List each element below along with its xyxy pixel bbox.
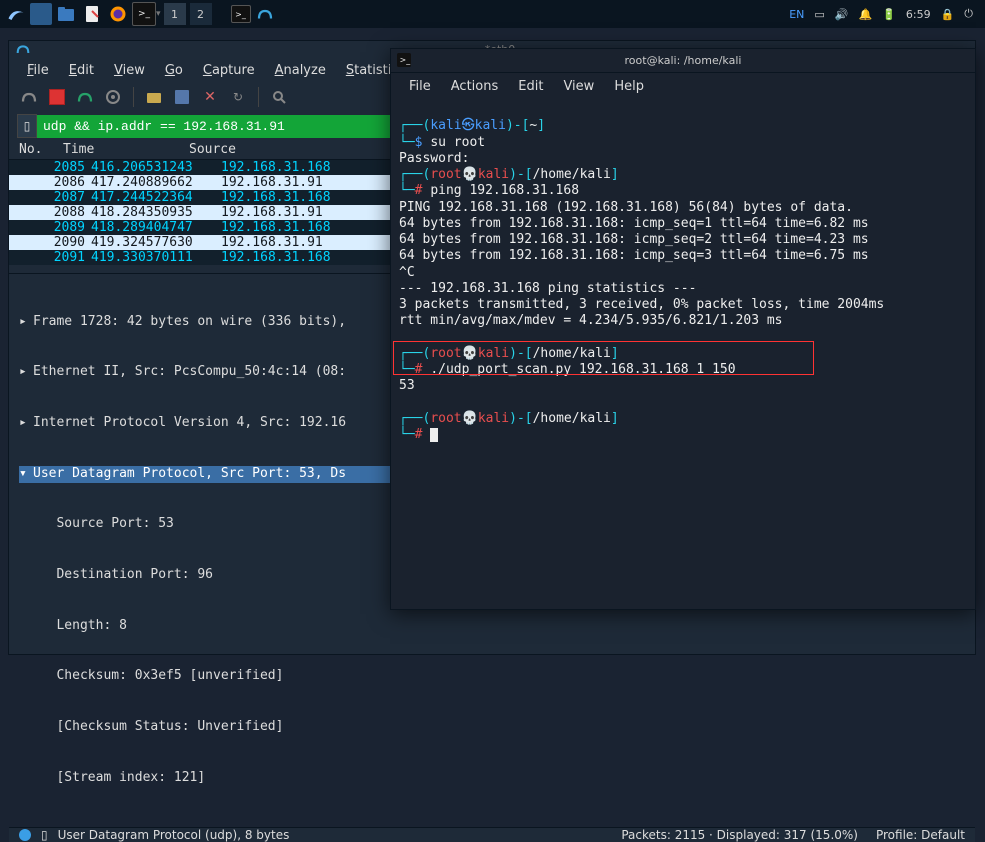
ping-stats-line: rtt min/avg/max/mdev = 4.234/5.935/6.821… <box>399 313 783 328</box>
menu-view[interactable]: View <box>106 61 153 80</box>
workspace-2[interactable]: 2 <box>190 3 212 25</box>
cmd-ping: ping 192.168.31.168 <box>430 183 579 198</box>
taskbar-terminal-window[interactable]: >_ <box>231 5 251 23</box>
app-terminal-icon[interactable]: >_ <box>132 2 156 26</box>
lock-icon[interactable]: 🔒 <box>941 8 955 21</box>
lang-indicator[interactable]: EN <box>789 8 804 21</box>
ctrl-c: ^C <box>399 265 415 280</box>
detail-dst-port[interactable]: Destination Port: 96 <box>33 567 213 584</box>
detail-frame[interactable]: Frame 1728: 42 bytes on wire (336 bits), <box>33 314 346 331</box>
wireshark-logo-icon <box>15 41 31 57</box>
svg-text:>_: >_ <box>400 56 411 65</box>
highlight-box <box>393 341 814 375</box>
save-file-button[interactable] <box>170 85 194 109</box>
wireshark-statusbar: ▯ User Datagram Protocol (udp), 8 bytes … <box>9 827 975 842</box>
app-files-icon[interactable] <box>54 2 78 26</box>
ping-stats-line: 3 packets transmitted, 3 received, 0% pa… <box>399 297 884 312</box>
open-file-button[interactable] <box>142 85 166 109</box>
col-header-no[interactable]: No. <box>13 142 63 157</box>
ping-output-line: 64 bytes from 192.168.31.168: icmp_seq=2… <box>399 232 869 247</box>
volume-icon[interactable]: 🔊 <box>835 8 849 21</box>
taskbar: >_ ▾ 1 2 >_ EN ▭ 🔊 🔔 🔋 6:59 🔒 ⏻ <box>0 0 985 28</box>
menu-capture[interactable]: Capture <box>195 61 263 80</box>
cmd-su-root: su root <box>430 135 485 150</box>
terminal-window: >_ root@kali: /home/kali File Actions Ed… <box>390 48 976 610</box>
statusbar-protocol-text: User Datagram Protocol (udp), 8 bytes <box>58 828 290 842</box>
terminal-cursor <box>430 428 438 442</box>
find-button[interactable] <box>267 85 291 109</box>
ping-output-header: PING 192.168.31.168 (192.168.31.168) 56(… <box>399 200 853 215</box>
terminal-logo-icon: >_ <box>397 53 411 67</box>
menu-edit[interactable]: Edit <box>61 61 102 80</box>
start-capture-button[interactable] <box>17 85 41 109</box>
statusbar-capture-icon[interactable]: ▯ <box>41 828 48 842</box>
term-menu-help[interactable]: Help <box>606 77 652 96</box>
display-icon[interactable]: ▭ <box>814 8 824 21</box>
menu-analyze[interactable]: Analyze <box>267 61 334 80</box>
terminal-titlebar[interactable]: >_ root@kali: /home/kali <box>391 49 975 73</box>
ping-output-line: 64 bytes from 192.168.31.168: icmp_seq=3… <box>399 248 869 263</box>
terminal-menubar: File Actions Edit View Help <box>391 73 975 100</box>
term-menu-view[interactable]: View <box>555 77 602 96</box>
app-editor-icon[interactable] <box>80 2 104 26</box>
close-file-button[interactable]: ✕ <box>198 85 222 109</box>
detail-checksum-status[interactable]: [Checksum Status: Unverified] <box>33 719 283 736</box>
terminal-body[interactable]: ┌──(kali㉿kali)-[~] └─$ su root Password:… <box>391 100 975 609</box>
terminal-title: root@kali: /home/kali <box>625 54 742 67</box>
menu-file[interactable]: File <box>19 61 57 80</box>
battery-icon[interactable]: 🔋 <box>882 8 896 21</box>
detail-ip[interactable]: Internet Protocol Version 4, Src: 192.16 <box>33 415 346 432</box>
ping-stats-header: --- 192.168.31.168 ping statistics --- <box>399 281 696 296</box>
reload-button[interactable]: ↻ <box>226 85 250 109</box>
detail-stream-index[interactable]: [Stream index: 121] <box>33 770 205 787</box>
filter-bookmark-icon[interactable]: ▯ <box>17 114 37 138</box>
term-menu-edit[interactable]: Edit <box>510 77 551 96</box>
term-menu-actions[interactable]: Actions <box>443 77 507 96</box>
term-menu-file[interactable]: File <box>401 77 439 96</box>
taskbar-wireshark-window[interactable] <box>253 2 277 26</box>
detail-udp[interactable]: User Datagram Protocol, Src Port: 53, Ds <box>33 466 346 483</box>
password-prompt: Password: <box>399 151 469 166</box>
clock[interactable]: 6:59 <box>906 8 931 21</box>
workspace-1[interactable]: 1 <box>164 3 186 25</box>
detail-checksum[interactable]: Checksum: 0x3ef5 [unverified] <box>33 668 283 685</box>
restart-capture-button[interactable] <box>73 85 97 109</box>
detail-src-port[interactable]: Source Port: 53 <box>33 516 174 533</box>
statusbar-packets: Packets: 2115 · Displayed: 317 (15.0%) <box>621 828 858 842</box>
detail-length[interactable]: Length: 8 <box>33 618 127 635</box>
statusbar-expert-icon[interactable] <box>19 829 31 841</box>
col-header-source[interactable]: Source <box>189 142 369 157</box>
stop-capture-button[interactable] <box>45 85 69 109</box>
ping-output-line: 64 bytes from 192.168.31.168: icmp_seq=1… <box>399 216 869 231</box>
statusbar-profile[interactable]: Profile: Default <box>876 828 965 842</box>
kali-menu-icon[interactable] <box>4 2 28 26</box>
power-icon[interactable]: ⏻ <box>964 7 973 21</box>
udp-scan-output: 53 <box>399 378 415 393</box>
menu-go[interactable]: Go <box>157 61 191 80</box>
app-firefox-icon[interactable] <box>106 2 130 26</box>
col-header-time[interactable]: Time <box>63 142 189 157</box>
app-dolphin-icon[interactable] <box>30 3 52 25</box>
capture-options-button[interactable] <box>101 85 125 109</box>
notification-icon[interactable]: 🔔 <box>858 8 872 21</box>
detail-eth[interactable]: Ethernet II, Src: PcsCompu_50:4c:14 (08: <box>33 364 346 381</box>
